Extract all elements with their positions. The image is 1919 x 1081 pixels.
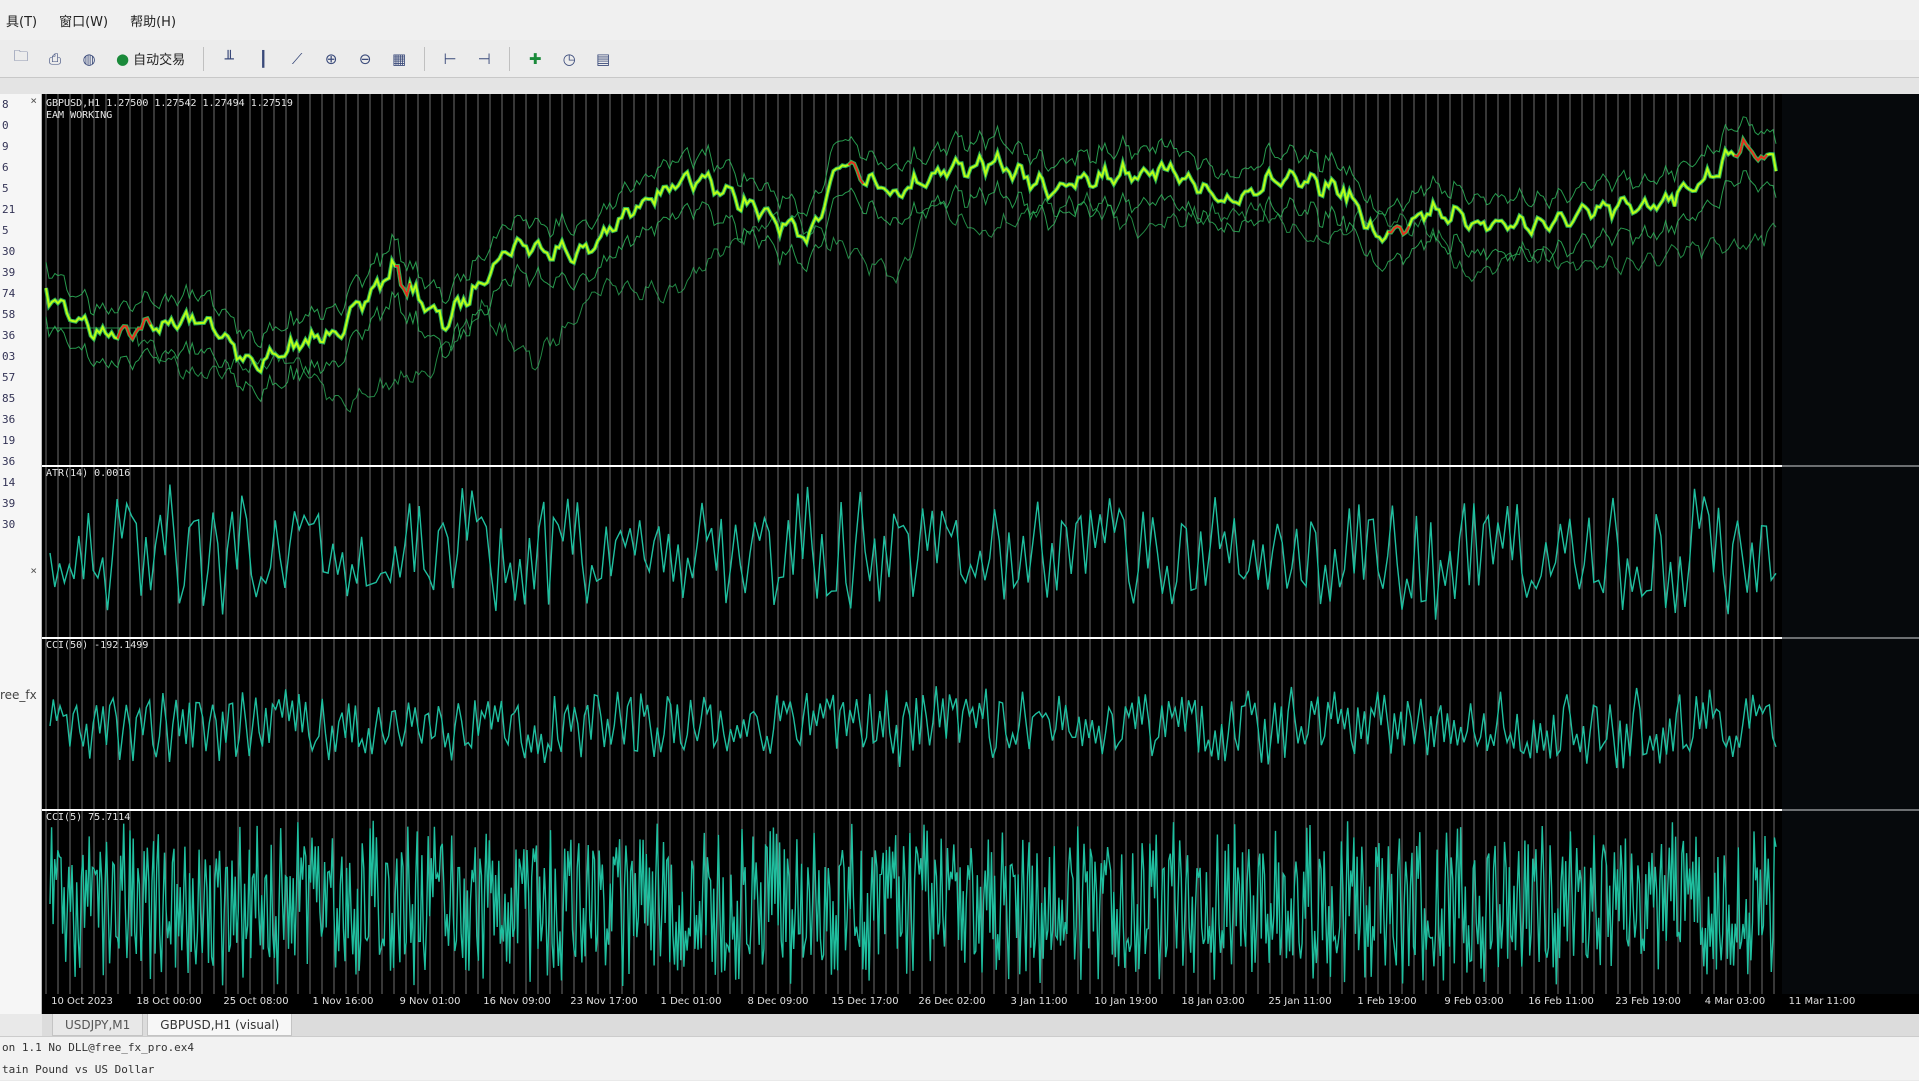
toolbar-divider xyxy=(509,46,511,71)
chart-empty-area xyxy=(1782,94,1919,994)
price-list-item: 21 xyxy=(2,203,16,216)
chart-shift-icon[interactable]: ⊢ xyxy=(437,46,463,72)
terminal-window: 具(T) 窗口(W) 帮助(H) 🗀 ⎙ ◍ ● 自动交易 ╨ ┃ ⟋ ⊕ ⊖ … xyxy=(0,0,1919,1080)
price-list-item: 39 xyxy=(2,266,16,279)
time-axis-tick: 10 Jan 19:00 xyxy=(1094,996,1158,1007)
menu-help[interactable]: 帮助(H) xyxy=(130,11,176,30)
price-list-item: 57 xyxy=(2,371,16,384)
price-list-item: 19 xyxy=(2,434,16,447)
zoom-in-icon[interactable]: ⊕ xyxy=(318,46,344,72)
folder-icon[interactable]: 🗀 xyxy=(8,46,34,72)
cci50-line xyxy=(49,686,1777,769)
price-list-item: 9 xyxy=(2,140,9,153)
time-axis-tick: 9 Nov 01:00 xyxy=(399,996,461,1007)
toolbar-divider xyxy=(203,46,205,71)
close-icon[interactable]: × xyxy=(30,564,37,577)
time-axis-tick: 8 Dec 09:00 xyxy=(747,996,809,1007)
chart-canvas[interactable] xyxy=(42,94,1919,1014)
time-axis-tick: 16 Nov 09:00 xyxy=(483,996,551,1007)
time-axis-tick: 1 Dec 01:00 xyxy=(660,996,722,1007)
price-list-item: 5 xyxy=(2,182,9,195)
time-axis-tick: 1 Feb 19:00 xyxy=(1357,996,1417,1007)
tab-usdjpy[interactable]: USDJPY,M1 xyxy=(52,1014,144,1036)
autotrade-icon: ● xyxy=(116,49,130,68)
price-list: 8 0 9 6 5 21 5 30 39 74 58 36 03 57 85 36 19 36 14 39 30 xyxy=(0,94,41,535)
time-axis-tick: 18 Oct 00:00 xyxy=(136,996,202,1007)
close-icon[interactable]: × xyxy=(30,94,37,107)
navigator-label: ree_fx xyxy=(0,688,37,702)
time-axis-tick: 23 Nov 17:00 xyxy=(570,996,638,1007)
time-axis-tick: 15 Dec 17:00 xyxy=(831,996,899,1007)
time-axis-tick: 23 Feb 19:00 xyxy=(1615,996,1681,1007)
tab-gbpusd[interactable]: GBPUSD,H1 (visual) xyxy=(147,1014,293,1036)
chart-tabs: USDJPY,M1 GBPUSD,H1 (visual) xyxy=(42,1014,1919,1036)
templates-icon[interactable]: ▤ xyxy=(590,46,616,72)
menu-window[interactable]: 窗口(W) xyxy=(59,11,108,30)
time-axis-tick: 11 Mar 11:00 xyxy=(1788,996,1856,1007)
bar-chart-icon[interactable]: ╨ xyxy=(216,46,242,72)
price-list-item: 39 xyxy=(2,497,16,510)
zoom-out-icon[interactable]: ⊖ xyxy=(352,46,378,72)
time-axis-tick: 25 Jan 11:00 xyxy=(1268,996,1332,1007)
time-axis-tick: 10 Oct 2023 xyxy=(51,996,113,1007)
time-axis-tick: 9 Feb 03:00 xyxy=(1444,996,1504,1007)
time-axis-tick: 3 Jan 11:00 xyxy=(1010,996,1068,1007)
autotrade-label: 自动交易 xyxy=(133,53,186,68)
market-watch-panel: × 8 0 9 6 5 21 5 30 39 74 58 36 03 57 85 36 19 36 14 39 30 ×… xyxy=(0,94,42,1014)
time-axis-tick: 18 Jan 03:00 xyxy=(1181,996,1245,1007)
cci50-label: CCI(50) -192.1499 xyxy=(46,640,149,651)
line-chart-icon[interactable]: ⟋ xyxy=(284,46,310,72)
envelope-lower xyxy=(45,170,1777,403)
candle-chart-icon[interactable]: ┃ xyxy=(250,46,276,72)
status-bar: on 1.1 No DLL@free_fx_pro.ex4 tain Pound… xyxy=(0,1036,1919,1080)
menu-tools[interactable]: 具(T) xyxy=(6,11,37,30)
price-list-item: 74 xyxy=(2,287,16,300)
price-list-item: 14 xyxy=(2,476,16,489)
cci5-label: CCI(5) 75.7114 xyxy=(46,812,131,823)
cci5-line xyxy=(49,820,1777,987)
autotrade-button[interactable]: ● 自动交易 xyxy=(110,46,191,72)
price-list-item: 6 xyxy=(2,161,9,174)
price-list-item: 03 xyxy=(2,350,16,363)
tile-windows-icon[interactable]: ▦ xyxy=(386,46,412,72)
price-list-item: 58 xyxy=(2,308,16,321)
price-list-item: 30 xyxy=(2,245,16,258)
atr-label: ATR(14) 0.0016 xyxy=(46,468,131,479)
status-line-symbol: tain Pound vs US Dollar xyxy=(2,1063,155,1076)
chart-window[interactable]: GBPUSD,H1 1.27500 1.27542 1.27494 1.2751… xyxy=(42,94,1919,1014)
price-list-item: 0 xyxy=(2,119,9,132)
price-list-item: 36 xyxy=(2,329,16,342)
toolbar-divider xyxy=(424,46,426,71)
status-line-ea: on 1.1 No DLL@free_fx_pro.ex4 xyxy=(2,1041,195,1054)
periods-icon[interactable]: ◷ xyxy=(556,46,582,72)
price-list-item: 5 xyxy=(2,224,9,237)
ea-status: EAM WORKING xyxy=(46,110,113,121)
time-axis-tick: 16 Feb 11:00 xyxy=(1528,996,1594,1007)
timeframe-bar xyxy=(0,78,1919,94)
price-list-item: 36 xyxy=(2,413,16,426)
price-list-item: 85 xyxy=(2,392,16,405)
price-list-item: 36 xyxy=(2,455,16,468)
globe-icon[interactable]: ◍ xyxy=(76,46,102,72)
envelope-upper xyxy=(45,116,1777,349)
time-axis-tick: 26 Dec 02:00 xyxy=(918,996,986,1007)
autoscroll-icon[interactable]: ⊣ xyxy=(471,46,497,72)
price-list-item: 30 xyxy=(2,518,16,531)
atr-line xyxy=(49,484,1777,620)
indicators-icon[interactable]: ✚ xyxy=(522,46,548,72)
menu-bar: 具(T) 窗口(W) 帮助(H) xyxy=(0,0,1919,40)
time-axis-tick: 1 Nov 16:00 xyxy=(312,996,374,1007)
print-icon[interactable]: ⎙ xyxy=(42,46,68,72)
time-axis-tick: 4 Mar 03:00 xyxy=(1704,996,1766,1007)
time-axis-tick: 25 Oct 08:00 xyxy=(223,996,289,1007)
symbol-header: GBPUSD,H1 1.27500 1.27542 1.27494 1.2751… xyxy=(46,98,293,109)
toolbar: 🗀 ⎙ ◍ ● 自动交易 ╨ ┃ ⟋ ⊕ ⊖ ▦ ⊢ ⊣ ✚ ◷ ▤ xyxy=(0,40,1919,78)
